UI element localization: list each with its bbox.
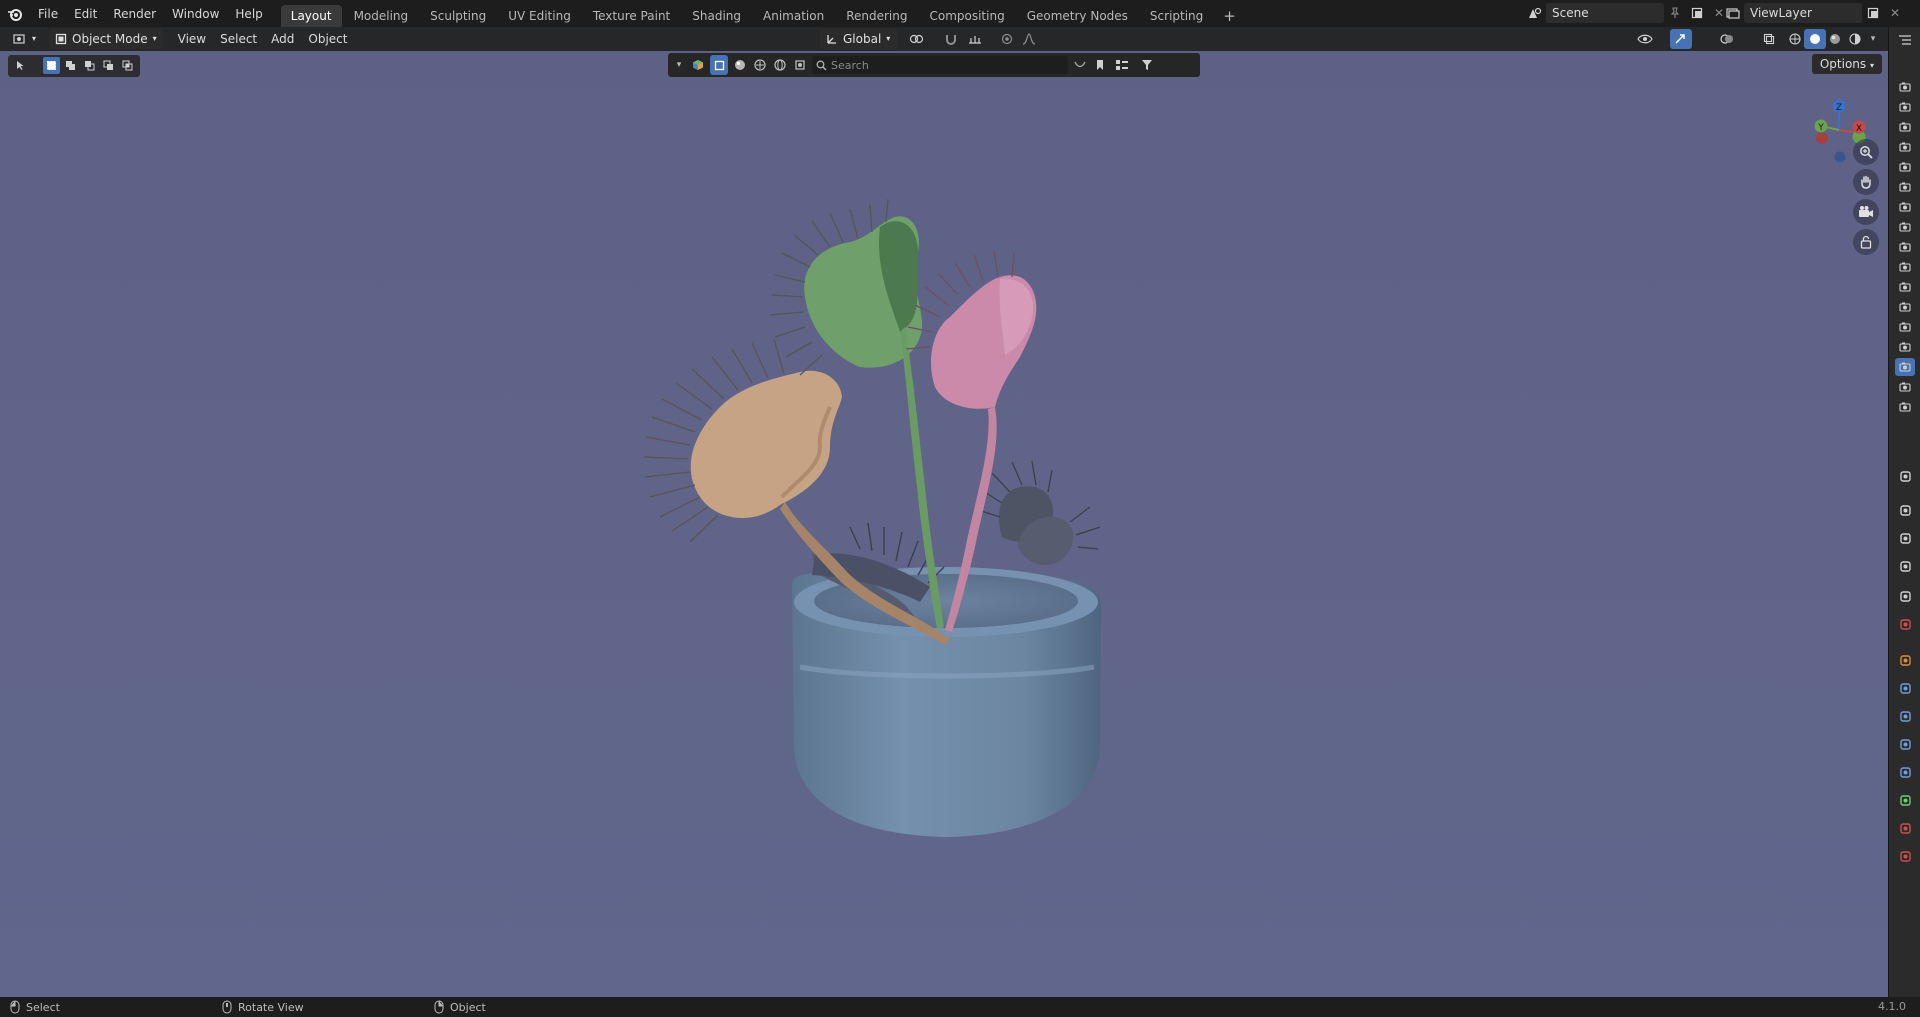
scene-icon[interactable] xyxy=(1524,3,1546,23)
particles-properties-icon[interactable] xyxy=(1895,707,1915,725)
scene-selector: Scene ✕ xyxy=(1524,3,1730,23)
tool-settings-icon[interactable] xyxy=(1895,467,1915,485)
trap-dark-right[interactable] xyxy=(974,460,1101,566)
new-view-layer-icon[interactable] xyxy=(1862,3,1884,23)
render-camera-toggle-icon[interactable] xyxy=(1895,358,1915,376)
render-camera-toggle-icon[interactable] xyxy=(1895,158,1915,176)
tab-animation[interactable]: Animation xyxy=(753,5,834,27)
mouse-right-icon xyxy=(434,1000,444,1014)
tab-modeling[interactable]: Modeling xyxy=(344,5,419,27)
tab-rendering[interactable]: Rendering xyxy=(836,5,917,27)
render-camera-toggle-icon[interactable] xyxy=(1895,398,1915,416)
version-label: 4.1.0 xyxy=(1878,1000,1906,1013)
tab-geometry-nodes[interactable]: Geometry Nodes xyxy=(1017,5,1138,27)
status-select-label: Select xyxy=(26,1000,60,1014)
add-workspace-plus-icon[interactable]: + xyxy=(1215,5,1244,27)
tab-texture-paint[interactable]: Texture Paint xyxy=(583,5,680,27)
render-camera-toggle-icon[interactable] xyxy=(1895,78,1915,96)
render-camera-toggle-icon[interactable] xyxy=(1895,338,1915,356)
menu-render[interactable]: Render xyxy=(105,3,164,25)
status-object: Object xyxy=(434,1000,486,1014)
output-properties-icon[interactable] xyxy=(1895,529,1915,547)
physics-properties-icon[interactable] xyxy=(1895,735,1915,753)
view-layer-name-field[interactable]: ViewLayer xyxy=(1744,3,1862,23)
tab-layout[interactable]: Layout xyxy=(280,5,342,27)
new-scene-icon[interactable] xyxy=(1686,3,1708,23)
pin-icon[interactable] xyxy=(1664,3,1686,23)
render-camera-toggle-icon[interactable] xyxy=(1895,258,1915,276)
render-camera-toggle-icon[interactable] xyxy=(1895,238,1915,256)
render-camera-toggle-icon[interactable] xyxy=(1895,378,1915,396)
tab-uv-editing[interactable]: UV Editing xyxy=(498,5,581,27)
scene-render xyxy=(643,198,1101,837)
render-camera-toggle-icon[interactable] xyxy=(1895,278,1915,296)
tab-scripting[interactable]: Scripting xyxy=(1140,5,1213,27)
menu-edit[interactable]: Edit xyxy=(66,3,105,25)
status-select: Select xyxy=(10,1000,60,1014)
render-camera-toggle-icon[interactable] xyxy=(1895,118,1915,136)
outliner-toggle-icon[interactable] xyxy=(1895,31,1915,49)
render-camera-toggle-icon[interactable] xyxy=(1895,298,1915,316)
render-camera-toggle-icon[interactable] xyxy=(1895,138,1915,156)
scene-properties-icon[interactable] xyxy=(1895,587,1915,605)
top-menu-bar: File Edit Render Window Help Layout Mode… xyxy=(0,0,1920,27)
menu-file[interactable]: File xyxy=(30,3,66,25)
mouse-middle-icon xyxy=(222,1000,232,1014)
tab-compositing[interactable]: Compositing xyxy=(919,5,1014,27)
mouse-left-icon xyxy=(10,1000,20,1014)
constraints-properties-icon[interactable] xyxy=(1895,763,1915,781)
flower-pot[interactable] xyxy=(792,567,1101,837)
status-bar: Select Rotate View Object 4.1.0 xyxy=(0,997,1920,1017)
texture-properties-icon[interactable] xyxy=(1895,847,1915,865)
render-camera-toggle-icon[interactable] xyxy=(1895,318,1915,336)
view-layer-selector: ViewLayer ✕ xyxy=(1722,3,1906,23)
data-properties-icon[interactable] xyxy=(1895,791,1915,809)
render-properties-icon[interactable] xyxy=(1895,501,1915,519)
world-properties-icon[interactable] xyxy=(1895,615,1915,633)
tab-sculpting[interactable]: Sculpting xyxy=(420,5,496,27)
properties-tab-strip xyxy=(1888,27,1920,997)
render-camera-toggle-icon[interactable] xyxy=(1895,198,1915,216)
modifier-properties-icon[interactable] xyxy=(1895,679,1915,697)
menu-help[interactable]: Help xyxy=(227,3,270,25)
status-rotate-label: Rotate View xyxy=(238,1000,304,1014)
render-camera-toggle-icon[interactable] xyxy=(1895,218,1915,236)
3d-viewport[interactable]: ▾ Object Mode ▾ View Select Add Object G… xyxy=(0,27,1888,997)
render-camera-toggle-icon[interactable] xyxy=(1895,178,1915,196)
view-layer-icon[interactable] xyxy=(1722,3,1744,23)
blender-logo-icon[interactable] xyxy=(0,0,30,27)
view-layer-properties-icon[interactable] xyxy=(1895,557,1915,575)
render-camera-toggle-icon[interactable] xyxy=(1895,98,1915,116)
workspace-tabs: Layout Modeling Sculpting UV Editing Tex… xyxy=(280,0,1244,27)
delete-view-layer-close-icon[interactable]: ✕ xyxy=(1884,3,1906,23)
scene-name-field[interactable]: Scene xyxy=(1546,3,1664,23)
tab-shading[interactable]: Shading xyxy=(682,5,751,27)
status-rotate-view: Rotate View xyxy=(222,1000,304,1014)
menu-window[interactable]: Window xyxy=(164,3,227,25)
status-object-label: Object xyxy=(450,1000,486,1014)
material-properties-icon[interactable] xyxy=(1895,819,1915,837)
object-properties-icon[interactable] xyxy=(1895,651,1915,669)
